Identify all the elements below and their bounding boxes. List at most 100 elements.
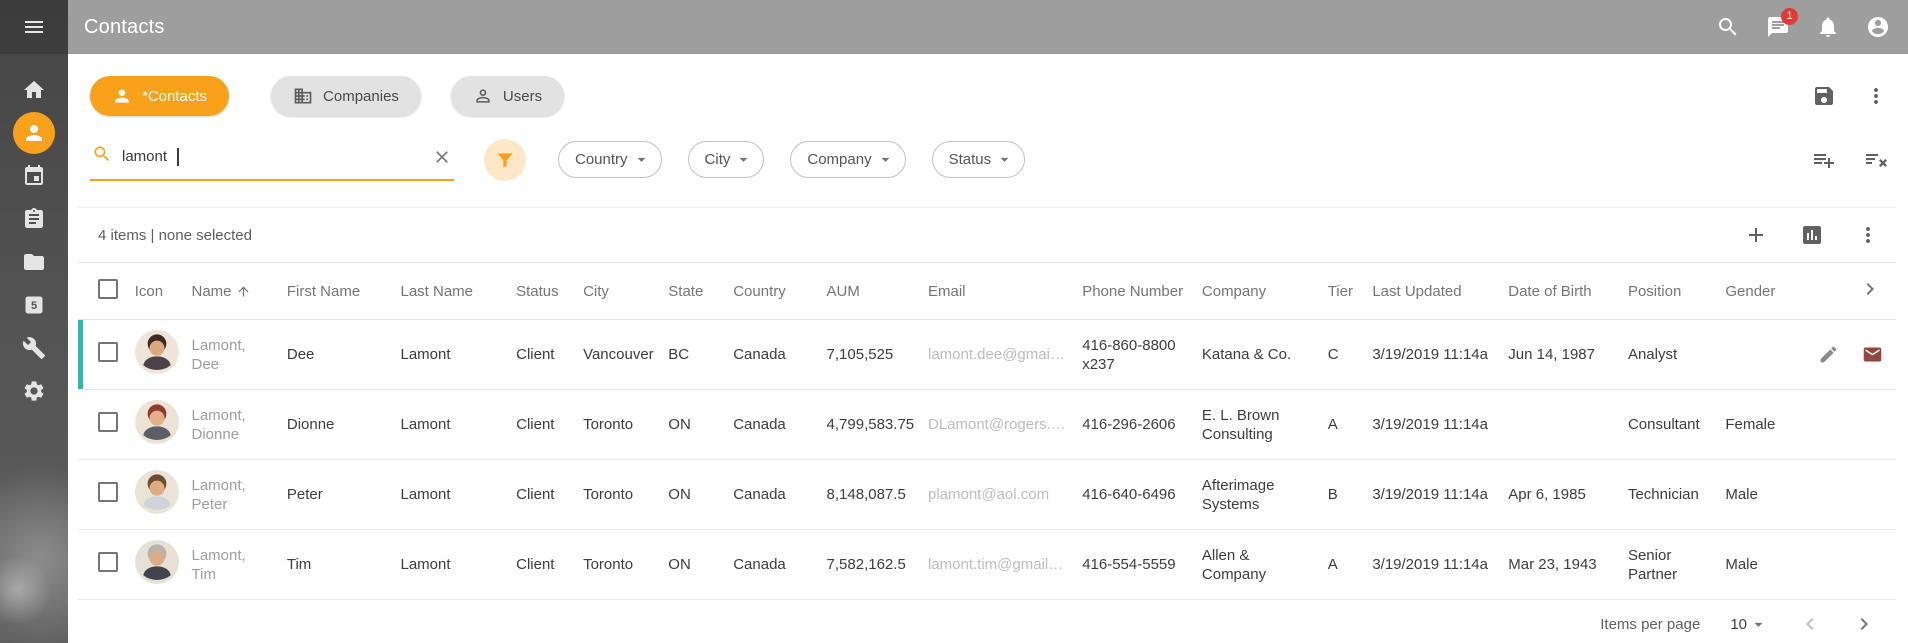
col-country[interactable]: Country (725, 263, 818, 320)
col-tier[interactable]: Tier (1320, 263, 1365, 320)
topbar: Contacts 1 (68, 0, 1908, 54)
more-vert-icon (1856, 223, 1880, 247)
col-icon[interactable]: Icon (127, 263, 184, 320)
avatar (135, 330, 179, 374)
email-cell: lamont.dee@gmail.com (920, 320, 1074, 390)
filter-chip-country[interactable]: Country (558, 141, 662, 178)
col-name[interactable]: Name (184, 263, 279, 320)
state-cell: ON (660, 390, 725, 460)
next-page-icon[interactable] (1852, 612, 1876, 636)
chart-view-button[interactable] (1800, 223, 1824, 247)
col-position[interactable]: Position (1620, 263, 1717, 320)
tab-users[interactable]: Users (451, 76, 564, 116)
row-checkbox[interactable] (98, 552, 118, 572)
col-phone[interactable]: Phone Number (1074, 263, 1194, 320)
col-status[interactable]: Status (508, 263, 575, 320)
status-cell: Client (508, 390, 575, 460)
save-view-button[interactable] (1812, 84, 1836, 108)
table-row[interactable]: Lamont,Dee Dee Lamont Client Vancouver B… (78, 320, 1896, 390)
first-name-cell: Dee (279, 320, 393, 390)
status-cell: Client (508, 530, 575, 600)
col-aum[interactable]: AUM (819, 263, 920, 320)
tab-contacts-label: *Contacts (142, 88, 207, 105)
previous-page-icon[interactable] (1798, 612, 1822, 636)
sidebar-item-accounts[interactable]: 5 (0, 283, 68, 326)
chip-label: Country (575, 151, 628, 168)
list-more-menu[interactable] (1856, 223, 1880, 247)
name-cell: Lamont,Dee (184, 320, 279, 390)
name-cell: Lamont,Peter (184, 460, 279, 530)
bar-chart-icon (1800, 223, 1824, 247)
filter-chip-city[interactable]: City (688, 141, 765, 178)
add-contact-button[interactable] (1744, 223, 1768, 247)
tab-contacts[interactable]: *Contacts (90, 76, 229, 116)
contacts-table: Icon Name First Name Last Name Status Ci… (78, 262, 1896, 600)
last-name-cell: Lamont (392, 530, 508, 600)
sidebar-item-contacts[interactable] (0, 111, 68, 154)
clear-search-icon[interactable] (432, 147, 452, 167)
col-dob[interactable]: Date of Birth (1500, 263, 1620, 320)
more-columns-chevron-icon[interactable] (1858, 277, 1882, 301)
company-cell: E. L. Brown Consulting (1194, 390, 1320, 460)
avatar (135, 540, 179, 584)
last-updated-cell: 3/19/2019 11:14a (1364, 390, 1500, 460)
app-window: 5 Contacts 1 (0, 0, 1908, 643)
tier-cell: A (1320, 530, 1365, 600)
active-indicator (13, 112, 55, 154)
col-email[interactable]: Email (920, 263, 1074, 320)
search-icon[interactable] (1716, 15, 1740, 39)
card-5-icon: 5 (22, 293, 46, 317)
col-first-name[interactable]: First Name (279, 263, 393, 320)
aum-cell: 7,105,525 (819, 320, 920, 390)
sidebar-item-tools[interactable] (0, 326, 68, 369)
selection-summary: 4 items | none selected (98, 227, 252, 244)
row-checkbox[interactable] (98, 412, 118, 432)
col-city[interactable]: City (575, 263, 660, 320)
table-row[interactable]: Lamont,Peter Peter Lamont Client Toronto… (78, 460, 1896, 530)
sidebar-item-documents[interactable] (0, 240, 68, 283)
mail-icon[interactable] (1862, 344, 1883, 365)
row-checkbox[interactable] (98, 482, 118, 502)
hamburger-menu-icon[interactable] (0, 6, 68, 49)
gender-cell: Female (1717, 390, 1792, 460)
last-name-cell: Lamont (392, 320, 508, 390)
add-filter-icon[interactable] (1812, 148, 1836, 172)
table-row[interactable]: Lamont,Dionne Dionne Lamont Client Toron… (78, 390, 1896, 460)
col-last-name[interactable]: Last Name (392, 263, 508, 320)
city-cell: Toronto (575, 390, 660, 460)
gender-cell (1717, 320, 1792, 390)
clear-filters-icon[interactable] (1864, 148, 1888, 172)
col-state[interactable]: State (660, 263, 725, 320)
col-last-updated[interactable]: Last Updated (1364, 263, 1500, 320)
tab-users-label: Users (503, 88, 542, 105)
company-cell: Allen & Company (1194, 530, 1320, 600)
table-header-row: Icon Name First Name Last Name Status Ci… (78, 263, 1896, 320)
table-row[interactable]: Lamont,Tim Tim Lamont Client Toronto ON … (78, 530, 1896, 600)
sidebar-item-settings[interactable] (0, 369, 68, 412)
filter-chip-company[interactable]: Company (790, 141, 905, 178)
row-checkbox[interactable] (98, 342, 118, 362)
messages-icon[interactable]: 1 (1766, 15, 1790, 39)
edit-icon[interactable] (1818, 344, 1839, 365)
tabs-more-menu[interactable] (1864, 84, 1888, 108)
notifications-icon[interactable] (1816, 15, 1840, 39)
account-icon[interactable] (1866, 15, 1890, 39)
clipboard-icon (22, 207, 46, 231)
col-gender[interactable]: Gender (1717, 263, 1792, 320)
tab-companies[interactable]: Companies (271, 76, 421, 116)
entity-tabs: *Contacts Companies Users (68, 54, 1908, 116)
select-all-checkbox[interactable] (98, 279, 118, 299)
sidebar-item-calendar[interactable] (0, 154, 68, 197)
sidebar-item-tasks[interactable] (0, 197, 68, 240)
filter-funnel-button[interactable] (484, 139, 526, 181)
page-size-select[interactable]: 10 (1730, 615, 1768, 634)
position-cell: Technician (1620, 460, 1717, 530)
filter-chip-status[interactable]: Status (932, 141, 1026, 178)
filter-chips: Country City Company Status (558, 141, 1025, 178)
sidebar-item-home[interactable] (0, 68, 68, 111)
col-company[interactable]: Company (1194, 263, 1320, 320)
country-cell: Canada (725, 320, 818, 390)
home-icon (22, 78, 46, 102)
chip-label: City (705, 151, 731, 168)
search-input[interactable]: lamont (90, 138, 454, 181)
